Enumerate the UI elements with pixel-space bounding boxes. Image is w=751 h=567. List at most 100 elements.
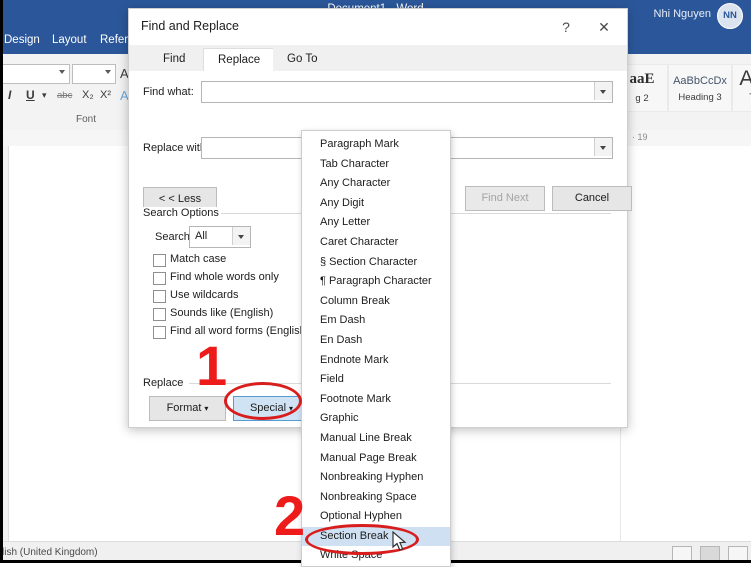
annotation-step-1: 1 (196, 338, 227, 394)
mouse-cursor-icon (392, 531, 408, 552)
menu-item-paragraph-character[interactable]: ¶ Paragraph Character (302, 272, 450, 292)
checkbox-label: Use wildcards (170, 289, 238, 301)
menu-item-field[interactable]: Field (302, 370, 450, 390)
superscript-icon[interactable]: X² (100, 89, 111, 101)
style-sample: AaBbCcDx (669, 75, 731, 87)
menu-item-label: Column Break (320, 295, 390, 307)
menu-item-label: Graphic (320, 412, 359, 424)
help-icon[interactable]: ? (553, 15, 579, 39)
annotation-step-2: 2 (274, 488, 305, 544)
menu-item-manual-page-break[interactable]: Manual Page Break (302, 449, 450, 469)
dialog-tab-strip: Find Replace Go To (129, 45, 627, 72)
menu-item-any-character[interactable]: Any Character (302, 174, 450, 194)
menu-item-any-digit[interactable]: Any Digit (302, 194, 450, 214)
menu-item-label: Field (320, 373, 344, 385)
style-name: Heading 3 (669, 92, 731, 103)
checkbox-label: Sounds like (English) (170, 307, 273, 319)
menu-item-paragraph-mark[interactable]: Paragraph Mark (302, 135, 450, 155)
ribbon-tab-design[interactable]: Design (4, 34, 40, 46)
find-next-button[interactable]: Find Next (465, 186, 545, 211)
menu-item-label: ¶ Paragraph Character (320, 275, 432, 287)
menu-item-label: Any Character (320, 177, 390, 189)
search-scope-select[interactable]: All (189, 226, 251, 248)
checkbox-box[interactable] (153, 254, 166, 267)
subscript-icon[interactable]: X₂ (82, 89, 94, 101)
menu-item-em-dash[interactable]: Em Dash (302, 311, 450, 331)
style-gallery-item-title[interactable]: Aab Title (732, 64, 751, 112)
ribbon-tab-layout[interactable]: Layout (52, 34, 87, 46)
checkbox-box[interactable] (153, 272, 166, 285)
menu-item-label: Footnote Mark (320, 393, 391, 405)
menu-item-label: Endnote Mark (320, 354, 388, 366)
dialog-title-bar: Find and Replace ? ✕ (129, 9, 627, 45)
menu-item-any-letter[interactable]: Any Letter (302, 213, 450, 233)
checkbox-label: Find all word forms (English) (170, 325, 309, 337)
font-name-combo[interactable] (0, 64, 70, 84)
style-name: Title (733, 92, 751, 103)
tab-find[interactable]: Find (149, 48, 199, 71)
menu-item-endnote-mark[interactable]: Endnote Mark (302, 351, 450, 371)
avatar[interactable]: NN (717, 3, 743, 29)
menu-item-nonbreaking-space[interactable]: Nonbreaking Space (302, 488, 450, 508)
menu-item-en-dash[interactable]: En Dash (302, 331, 450, 351)
find-what-chevron-down-icon[interactable] (594, 82, 612, 100)
menu-item-label: Em Dash (320, 314, 365, 326)
menu-item-label: Any Letter (320, 216, 370, 228)
menu-item-nonbreaking-hyphen[interactable]: Nonbreaking Hyphen (302, 468, 450, 488)
menu-item-label: Any Digit (320, 197, 364, 209)
format-chevron-down-icon: ▾ (204, 404, 208, 413)
tab-replace-label: Replace (218, 54, 260, 66)
font-group-label: Font (76, 114, 96, 125)
screenshot-border-left (0, 0, 3, 563)
replace-with-chevron-down-icon[interactable] (594, 138, 612, 156)
search-scope-value: All (195, 230, 207, 242)
menu-item-label: Manual Page Break (320, 452, 417, 464)
menu-item-label: Paragraph Mark (320, 138, 399, 150)
menu-item-column-break[interactable]: Column Break (302, 292, 450, 312)
format-button-label: Format (167, 402, 202, 414)
menu-item-label: Caret Character (320, 236, 398, 248)
menu-item-label: En Dash (320, 334, 362, 346)
menu-item-section-character[interactable]: § Section Character (302, 253, 450, 273)
menu-item-label: § Section Character (320, 256, 417, 268)
menu-item-manual-line-break[interactable]: Manual Line Break (302, 429, 450, 449)
tab-go-to[interactable]: Go To (273, 48, 331, 71)
close-icon[interactable]: ✕ (589, 15, 619, 39)
strikethrough-icon[interactable]: abc (57, 90, 72, 101)
special-dropdown-menu: Paragraph Mark Tab Character Any Charact… (301, 130, 451, 567)
tab-find-label: Find (163, 53, 185, 65)
style-gallery-item-heading3[interactable]: AaBbCcDx Heading 3 (668, 64, 732, 112)
menu-item-caret-character[interactable]: Caret Character (302, 233, 450, 253)
checkbox-box[interactable] (153, 326, 166, 339)
underline-icon[interactable]: U (26, 88, 35, 102)
font-size-combo[interactable] (72, 64, 116, 84)
find-what-input[interactable] (201, 81, 613, 103)
find-what-label: Find what: (143, 86, 194, 98)
format-button[interactable]: Format▾ (149, 396, 226, 421)
account-user-name[interactable]: Nhi Nguyen (654, 8, 711, 20)
language-status[interactable]: lish (United Kingdom) (2, 547, 98, 558)
underline-chevron-down-icon[interactable]: ▾ (42, 90, 47, 101)
menu-item-label: Nonbreaking Hyphen (320, 471, 423, 483)
search-scope-label: Search: (155, 231, 193, 243)
checkbox-label: Match case (170, 253, 226, 265)
cancel-button[interactable]: Cancel (552, 186, 632, 211)
italic-icon[interactable]: I (8, 88, 11, 102)
annotation-oval-special-button (224, 382, 302, 420)
menu-item-tab-character[interactable]: Tab Character (302, 155, 450, 175)
menu-item-label: Tab Character (320, 158, 389, 170)
checkbox-box[interactable] (153, 308, 166, 321)
replace-group-label: Replace (143, 377, 188, 389)
search-options-group-label: Search Options (143, 207, 224, 219)
menu-item-graphic[interactable]: Graphic (302, 409, 450, 429)
ruler-mark-right: · 19 (632, 132, 648, 142)
search-scope-chevron-down-icon[interactable] (232, 227, 250, 245)
dialog-title: Find and Replace (141, 19, 239, 33)
style-sample: Aab (733, 67, 751, 91)
menu-item-label: Optional Hyphen (320, 510, 402, 522)
menu-item-footnote-mark[interactable]: Footnote Mark (302, 390, 450, 410)
menu-item-label: Manual Line Break (320, 432, 412, 444)
checkbox-box[interactable] (153, 290, 166, 303)
checkbox-label: Find whole words only (170, 271, 279, 283)
menu-item-label: Nonbreaking Space (320, 491, 417, 503)
